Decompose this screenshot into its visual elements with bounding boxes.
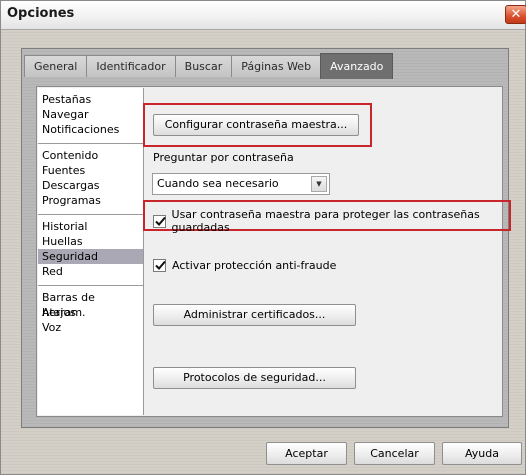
title-bar[interactable]: Opciones ✕: [1, 1, 526, 30]
anti-fraud-label: Activar protección anti-fraude: [172, 259, 337, 272]
window-title: Opciones: [7, 6, 75, 21]
ask-password-label: Preguntar por contraseña: [153, 151, 294, 164]
anti-fraud-checkbox[interactable]: [153, 259, 166, 272]
category-list: Pestañas Navegar Notificaciones Contenid…: [38, 88, 144, 415]
chevron-down-icon: ▼: [311, 176, 327, 192]
options-dialog: Opciones ✕ General Identificador Buscar …: [0, 0, 526, 475]
nav-item-huellas[interactable]: Huellas: [38, 234, 143, 249]
nav-item-historial[interactable]: Historial: [38, 219, 143, 234]
tab-general[interactable]: General: [24, 55, 88, 77]
checkmark-icon: [155, 260, 166, 270]
manage-certificates-button[interactable]: Administrar certificados...: [153, 304, 356, 326]
tab-avanzado[interactable]: Avanzado: [320, 53, 394, 79]
tab-bar: General Identificador Buscar Páginas Web…: [24, 53, 394, 79]
nav-item-red[interactable]: Red: [38, 264, 143, 279]
nav-item-seguridad[interactable]: Seguridad: [38, 249, 143, 264]
help-button[interactable]: Ayuda: [442, 442, 522, 465]
close-icon: ✕: [510, 7, 522, 22]
nav-item-atajos[interactable]: Atajos: [38, 305, 143, 320]
use-master-password-label: Usar contraseña maestra para proteger la…: [171, 208, 480, 234]
checkmark-icon: [155, 216, 166, 226]
nav-group: Barras de herram. Atajos Voz: [38, 286, 143, 341]
nav-group: Historial Huellas Seguridad Red: [38, 215, 143, 286]
nav-item-contenido[interactable]: Contenido: [38, 148, 143, 163]
nav-item-descargas[interactable]: Descargas: [38, 178, 143, 193]
tab-paginas-web[interactable]: Páginas Web: [231, 55, 322, 77]
nav-item-notificaciones[interactable]: Notificaciones: [38, 122, 143, 137]
cancel-button[interactable]: Cancelar: [354, 442, 435, 465]
use-master-password-checkbox[interactable]: [153, 214, 166, 228]
nav-item-fuentes[interactable]: Fuentes: [38, 163, 143, 178]
nav-item-voz[interactable]: Voz: [38, 320, 143, 335]
nav-item-navegar[interactable]: Navegar: [38, 107, 143, 122]
nav-item-pestanas[interactable]: Pestañas: [38, 92, 143, 107]
tab-identificador[interactable]: Identificador: [86, 55, 176, 77]
anti-fraud-option[interactable]: Activar protección anti-fraude: [153, 259, 336, 272]
configure-master-password-button[interactable]: Configurar contraseña maestra...: [153, 114, 359, 136]
nav-group: Pestañas Navegar Notificaciones: [38, 88, 143, 144]
ask-password-select[interactable]: Cuando sea necesario ▼: [152, 173, 330, 195]
ok-button[interactable]: Aceptar: [266, 442, 347, 465]
nav-item-barras[interactable]: Barras de herram.: [38, 290, 143, 319]
use-master-password-option[interactable]: Usar contraseña maestra para proteger la…: [153, 208, 525, 234]
nav-item-programas[interactable]: Programas: [38, 193, 143, 208]
ask-password-value: Cuando sea necesario: [157, 177, 279, 190]
tab-buscar[interactable]: Buscar: [174, 55, 233, 77]
security-protocols-button[interactable]: Protocolos de seguridad...: [153, 367, 356, 389]
close-button[interactable]: ✕: [505, 5, 526, 24]
nav-group: Contenido Fuentes Descargas Programas: [38, 144, 143, 215]
